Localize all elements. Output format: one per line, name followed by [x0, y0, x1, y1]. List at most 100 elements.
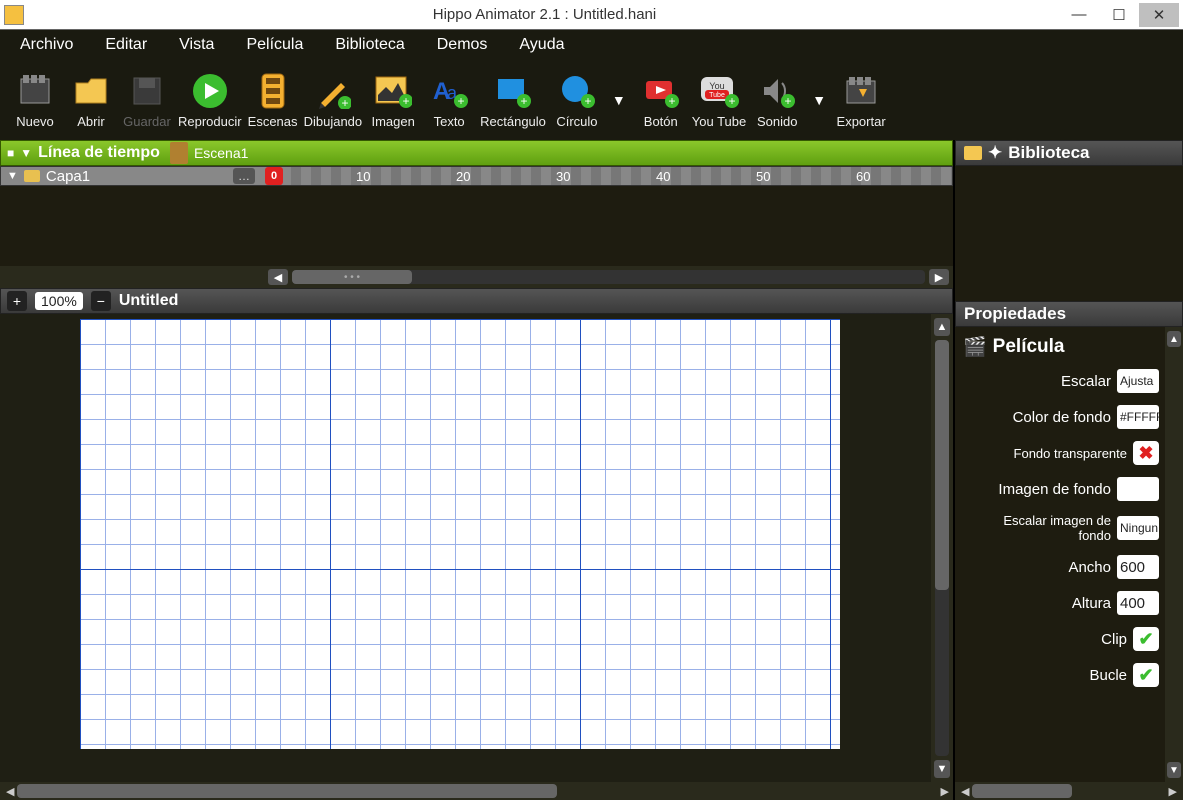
menu-vista[interactable]: Vista [169, 32, 224, 58]
tool-boton[interactable]: +Botón [636, 71, 686, 129]
scroll-left-icon[interactable]: ◀ [6, 785, 14, 798]
tool-label: Exportar [837, 114, 886, 129]
tool-rectangulo[interactable]: +Rectángulo [480, 71, 546, 129]
prop-field-height[interactable]: 400 [1117, 591, 1159, 615]
timeline-tracks[interactable] [0, 186, 953, 266]
prop-field-bgcolor[interactable]: #FFFFF [1117, 405, 1159, 429]
library-header: ✦ Biblioteca [955, 140, 1183, 166]
scroll-right-icon[interactable]: ▶ [941, 785, 949, 798]
library-body[interactable] [955, 166, 1183, 301]
expand-icon[interactable]: ▼ [20, 146, 32, 160]
prop-label-bgscale: Escalar imagen de fondo [981, 513, 1111, 543]
timeline-scrollbar[interactable]: ◀ • • • ▶ [0, 266, 953, 288]
properties-title: Propiedades [964, 304, 1066, 324]
prop-field-width[interactable]: 600 [1117, 555, 1159, 579]
scroll-thumb[interactable] [935, 340, 949, 590]
layer-row[interactable]: ▼ Capa1 … [1, 167, 261, 185]
scroll-up-icon[interactable]: ▲ [934, 318, 950, 336]
library-title: Biblioteca [1008, 143, 1089, 163]
menu-demos[interactable]: Demos [427, 32, 498, 58]
dropdown-media[interactable]: ▼ [812, 92, 826, 108]
properties-section: 🎬 Película [957, 331, 1163, 363]
tool-imagen[interactable]: + Imagen [368, 71, 418, 129]
scroll-right-icon[interactable]: ▶ [929, 269, 949, 285]
zoom-out-button[interactable]: − [91, 291, 111, 311]
library-icon: ✦ [988, 143, 1002, 163]
tool-label: Sonido [757, 114, 797, 129]
zoom-in-button[interactable]: + [7, 291, 27, 311]
prop-field-bgimage[interactable] [1117, 477, 1159, 501]
timeline-title: Línea de tiempo [38, 144, 160, 162]
scroll-thumb[interactable]: • • • [292, 270, 412, 284]
prop-check-clip[interactable]: ✔ [1133, 627, 1159, 651]
draw-icon: + [313, 71, 353, 111]
scroll-down-icon[interactable]: ▼ [934, 760, 950, 778]
ruler-tick: 40 [656, 169, 670, 184]
layer-options-button[interactable]: … [233, 168, 255, 184]
tool-reproducir[interactable]: Reproducir [178, 71, 242, 129]
tool-label: Nuevo [16, 114, 54, 129]
tool-dibujando[interactable]: +Dibujando [304, 71, 363, 129]
scroll-thumb[interactable] [972, 784, 1072, 798]
tool-label: Botón [644, 114, 678, 129]
layer-expand-icon[interactable]: ▼ [7, 170, 18, 182]
save-icon [127, 71, 167, 111]
canvas-vscrollbar[interactable]: ▲ ▼ [931, 314, 953, 782]
tool-sonido[interactable]: +Sonido [752, 71, 802, 129]
image-icon: + [373, 71, 413, 111]
tool-circulo[interactable]: +Círculo [552, 71, 602, 129]
prop-check-transparent[interactable]: ✖ [1133, 441, 1159, 465]
prop-field-bgscale[interactable]: Ningun [1117, 516, 1159, 540]
tool-nuevo[interactable]: Nuevo [10, 71, 60, 129]
prop-field-escalar[interactable]: Ajusta [1117, 369, 1159, 393]
tool-youtube[interactable]: YouTube+You Tube [692, 71, 746, 129]
properties-scrollbar[interactable]: ▲ ▼ [1165, 327, 1183, 782]
scroll-down-icon[interactable]: ▼ [1167, 762, 1181, 778]
collapse-icon[interactable]: ■ [7, 146, 14, 160]
menu-ayuda[interactable]: Ayuda [509, 32, 574, 58]
minimize-button[interactable]: — [1059, 3, 1099, 27]
tool-guardar[interactable]: Guardar [122, 71, 172, 129]
scroll-left-icon[interactable]: ◀ [268, 269, 288, 285]
tool-label: Reproducir [178, 114, 242, 129]
canvas-viewport[interactable] [0, 314, 931, 782]
prop-label-bgcolor: Color de fondo [1013, 409, 1111, 426]
tool-abrir[interactable]: Abrir [66, 71, 116, 129]
toolbar: Nuevo Abrir Guardar Reproducir Escenas +… [0, 60, 1183, 140]
ruler-tick: 30 [556, 169, 570, 184]
ruler-tick: 10 [356, 169, 370, 184]
prop-label-loop: Bucle [1089, 667, 1127, 684]
menu-editar[interactable]: Editar [95, 32, 157, 58]
maximize-button[interactable]: ☐ [1099, 3, 1139, 27]
scroll-right-icon[interactable]: ▶ [1169, 785, 1177, 798]
prop-label-width: Ancho [1068, 559, 1111, 576]
properties-header: Propiedades [955, 301, 1183, 327]
close-button[interactable]: ✕ [1139, 3, 1179, 27]
tool-label: Imagen [371, 114, 414, 129]
menu-biblioteca[interactable]: Biblioteca [325, 32, 414, 58]
bottom-scrollbar[interactable]: ◀ ▶ ◀ ▶ [0, 782, 1183, 800]
tool-label: You Tube [692, 114, 746, 129]
scroll-up-icon[interactable]: ▲ [1167, 331, 1181, 347]
tool-exportar[interactable]: Exportar [836, 71, 886, 129]
scroll-thumb[interactable] [17, 784, 557, 798]
trash-icon[interactable] [170, 142, 188, 164]
prop-label-transparent: Fondo transparente [1014, 446, 1127, 461]
svg-text:+: + [584, 94, 591, 108]
playhead[interactable]: 0 [265, 167, 283, 185]
menu-pelicula[interactable]: Película [236, 32, 313, 58]
svg-text:+: + [729, 94, 736, 108]
dropdown-shapes[interactable]: ▼ [612, 92, 626, 108]
scroll-left-icon[interactable]: ◀ [961, 785, 969, 798]
zoom-value[interactable]: 100% [35, 292, 83, 310]
layer-name: Capa1 [46, 168, 90, 185]
svg-text:+: + [458, 94, 465, 108]
tool-texto[interactable]: Aa+Texto [424, 71, 474, 129]
folder-icon [964, 146, 982, 160]
prop-check-loop[interactable]: ✔ [1133, 663, 1159, 687]
canvas[interactable] [80, 319, 840, 749]
scene-label[interactable]: Escena1 [194, 145, 248, 161]
tool-escenas[interactable]: Escenas [248, 71, 298, 129]
menu-archivo[interactable]: Archivo [10, 32, 83, 58]
timeline-ruler[interactable]: 0 10 20 30 40 50 60 [261, 167, 952, 185]
